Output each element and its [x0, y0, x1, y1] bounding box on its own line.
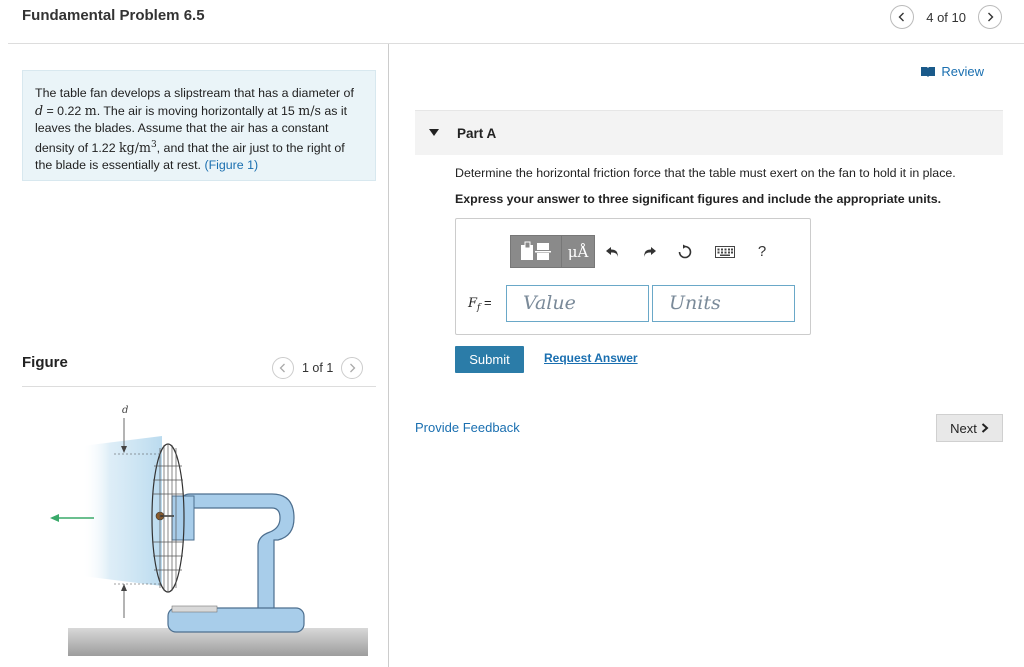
value-input[interactable]: Value — [506, 285, 649, 322]
units-input[interactable]: Units — [652, 285, 795, 322]
prev-figure-button[interactable] — [272, 357, 294, 379]
chevron-right-icon — [988, 12, 994, 22]
units-symbol-button[interactable]: μÅ — [562, 235, 595, 268]
submit-button[interactable]: Submit — [455, 346, 524, 373]
reset-button[interactable] — [667, 235, 703, 268]
chevron-left-icon — [279, 363, 285, 373]
next-label: Next — [950, 420, 977, 436]
part-a-header[interactable]: Part A — [415, 110, 1003, 155]
page-title: Fundamental Problem 6.5 — [22, 7, 205, 24]
figure-divider — [22, 386, 376, 387]
part-label: Part A — [457, 126, 497, 141]
collapse-icon[interactable] — [429, 129, 439, 136]
chevron-right-icon — [981, 423, 989, 433]
problem-pager-text: 4 of 10 — [926, 9, 966, 25]
diameter-label: d — [122, 405, 128, 416]
problem-statement: The table fan develops a slipstream that… — [22, 70, 376, 181]
reset-icon — [678, 244, 692, 258]
keyboard-icon — [715, 245, 735, 258]
figure-pager-text: 1 of 1 — [302, 361, 334, 375]
figure-heading: Figure — [22, 354, 68, 371]
undo-button[interactable] — [595, 235, 631, 268]
book-icon — [921, 67, 936, 77]
slipstream — [82, 436, 162, 586]
figure-link[interactable]: (Figure 1) — [204, 158, 258, 172]
part-question: Determine the horizontal friction force … — [455, 166, 956, 180]
next-figure-button[interactable] — [341, 357, 364, 379]
problem-pager: 4 of 10 — [890, 5, 1002, 29]
review-label: Review — [941, 64, 984, 79]
prev-problem-button[interactable] — [890, 5, 915, 29]
next-button[interactable]: Next — [936, 414, 1003, 442]
chevron-right-icon — [350, 363, 356, 373]
redo-icon — [644, 246, 656, 257]
answer-variable-label: Ff = — [468, 295, 492, 313]
undo-icon — [606, 246, 618, 257]
templates-button[interactable] — [510, 235, 562, 268]
review-link[interactable]: Review — [921, 64, 984, 79]
fan-figure: d — [50, 405, 368, 656]
provide-feedback-link[interactable]: Provide Feedback — [415, 420, 520, 435]
redo-button[interactable] — [631, 235, 667, 268]
chevron-left-icon — [898, 12, 905, 22]
templates-icon — [521, 241, 551, 260]
panel-divider[interactable] — [388, 44, 389, 667]
next-problem-button[interactable] — [978, 5, 1002, 29]
math-toolbar: μÅ ? — [510, 235, 777, 268]
part-instruction: Express your answer to three significant… — [455, 192, 942, 206]
request-answer-link[interactable]: Request Answer — [544, 351, 638, 365]
header-divider — [8, 43, 1024, 44]
help-button[interactable]: ? — [747, 235, 777, 268]
fan-arm — [181, 493, 295, 617]
keyboard-button[interactable] — [703, 235, 747, 268]
figure-pager: 1 of 1 — [272, 357, 364, 379]
answer-box: μÅ ? Ff = Value Units — [455, 218, 811, 335]
